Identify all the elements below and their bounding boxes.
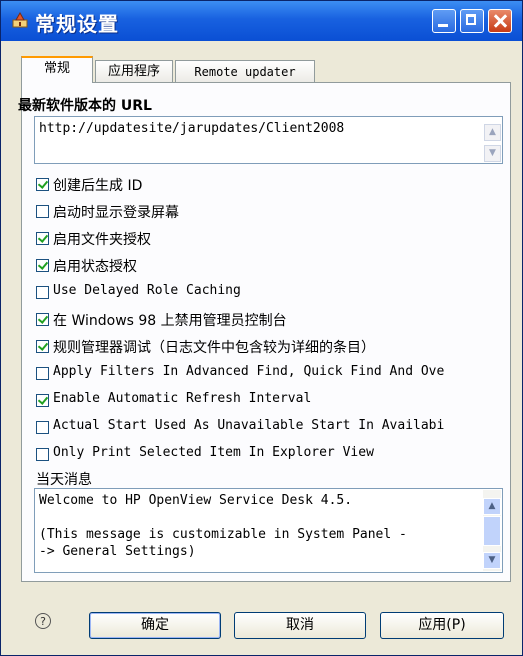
option-label: Actual Start Used As Unavailable Start I… <box>53 418 445 433</box>
checkbox[interactable] <box>36 286 49 299</box>
option-label: 在 Windows 98 上禁用管理员控制台 <box>53 313 287 329</box>
option-label: 启用文件夹授权 <box>53 232 151 248</box>
tab-general[interactable]: 常规 <box>21 56 93 83</box>
scroll-up-icon[interactable]: ▲ <box>484 124 501 141</box>
url-value: http://updatesite/jarupdates/Client2008 <box>39 121 345 136</box>
cancel-button[interactable]: 取消 <box>234 612 366 639</box>
scroll-up-icon[interactable]: ▲ <box>483 498 501 515</box>
checkbox[interactable] <box>36 205 49 218</box>
option-label: Enable Automatic Refresh Interval <box>53 391 312 406</box>
message-value: Welcome to HP OpenView Service Desk 4.5.… <box>39 493 407 559</box>
window-title: 常规设置 <box>35 12 119 36</box>
checkbox[interactable] <box>36 340 49 353</box>
title-bar[interactable]: 常规设置 <box>1 1 522 41</box>
option-label: 规则管理器调试（日志文件中包含较为详细的条目） <box>53 340 375 356</box>
message-label: 当天消息 <box>36 472 92 488</box>
checkbox[interactable] <box>36 394 49 407</box>
app-icon <box>12 11 28 28</box>
minimize-button[interactable] <box>432 9 456 33</box>
checkbox[interactable] <box>36 448 49 461</box>
scroll-thumb[interactable] <box>483 516 501 546</box>
tab-remote-updater[interactable]: Remote updater <box>175 60 315 82</box>
message-field[interactable]: Welcome to HP OpenView Service Desk 4.5.… <box>34 488 503 573</box>
checkbox[interactable] <box>36 313 49 326</box>
message-scrollbar[interactable]: ▲ ▼ <box>483 490 501 571</box>
settings-dialog: 常规设置 常规 应用程序 Remote updater 最新软件版本的 URL … <box>0 0 523 656</box>
scroll-down-icon[interactable]: ▼ <box>483 552 501 569</box>
option-label: 启用状态授权 <box>53 259 137 275</box>
close-button[interactable] <box>488 9 512 33</box>
maximize-button[interactable] <box>460 9 484 33</box>
checkbox[interactable] <box>36 421 49 434</box>
option-label: Only Print Selected Item In Explorer Vie… <box>53 445 374 460</box>
checkbox[interactable] <box>36 259 49 272</box>
url-scrollbar[interactable]: ▲ ▼ <box>484 118 501 162</box>
checkbox[interactable] <box>36 232 49 245</box>
checkbox[interactable] <box>36 367 49 380</box>
checkbox[interactable] <box>36 178 49 191</box>
url-label: 最新软件版本的 URL <box>18 98 152 114</box>
ok-button[interactable]: 确定 <box>89 612 221 639</box>
scroll-down-icon[interactable]: ▼ <box>484 145 501 162</box>
option-label: Apply Filters In Advanced Find, Quick Fi… <box>53 364 445 379</box>
url-field[interactable]: http://updatesite/jarupdates/Client2008 … <box>34 116 503 164</box>
tab-applications[interactable]: 应用程序 <box>95 60 173 82</box>
option-label: Use Delayed Role Caching <box>53 283 241 298</box>
help-icon[interactable]: ? <box>35 613 51 629</box>
option-label: 启动时显示登录屏幕 <box>53 205 179 221</box>
apply-button[interactable]: 应用(P) <box>380 612 504 639</box>
option-label: 创建后生成 ID <box>53 178 143 194</box>
